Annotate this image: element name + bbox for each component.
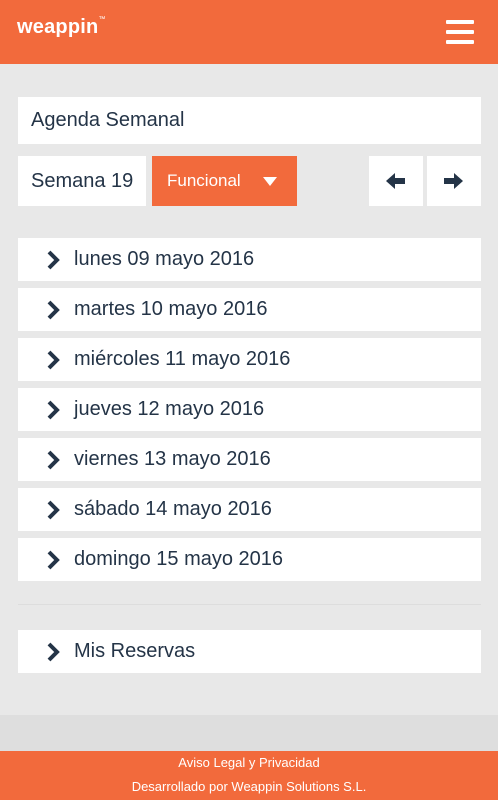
chevron-right-icon [47, 550, 60, 570]
chevron-right-icon [47, 642, 60, 662]
day-item[interactable]: lunes 09 mayo 2016 [18, 238, 481, 281]
previous-week-button[interactable] [369, 156, 423, 206]
logo-trademark: ™ [98, 16, 106, 23]
logo-text: weappin [17, 16, 99, 38]
day-label: martes 10 mayo 2016 [74, 298, 268, 320]
day-label: miércoles 11 mayo 2016 [74, 348, 291, 370]
my-reservations-link[interactable]: Mis Reservas [18, 630, 481, 673]
day-item[interactable]: martes 10 mayo 2016 [18, 288, 481, 331]
caret-down-icon [263, 177, 277, 186]
app-footer: Aviso Legal y Privacidad Desarrollado po… [0, 751, 498, 800]
day-item[interactable]: sábado 14 mayo 2016 [18, 488, 481, 531]
next-week-button[interactable] [427, 156, 481, 206]
day-item[interactable]: domingo 15 mayo 2016 [18, 538, 481, 581]
arrow-left-icon [386, 173, 405, 189]
page-title: Agenda Semanal [31, 109, 185, 131]
my-reservations-label: Mis Reservas [74, 640, 196, 662]
day-item[interactable]: viernes 13 mayo 2016 [18, 438, 481, 481]
chevron-right-icon [47, 350, 60, 370]
day-label: sábado 14 mayo 2016 [74, 498, 272, 520]
day-label: jueves 12 mayo 2016 [74, 398, 265, 420]
arrow-right-icon [444, 173, 463, 189]
day-label: lunes 09 mayo 2016 [74, 248, 255, 270]
day-label: viernes 13 mayo 2016 [74, 448, 271, 470]
dropdown-selected-value: Funcional [167, 171, 241, 190]
app-logo[interactable]: weappin™ [17, 16, 106, 39]
chevron-right-icon [47, 400, 60, 420]
chevron-right-icon [47, 300, 60, 320]
activity-type-dropdown[interactable]: Funcional [152, 156, 297, 206]
week-indicator: Semana 19 [18, 156, 146, 206]
day-item[interactable]: jueves 12 mayo 2016 [18, 388, 481, 431]
page-title-box: Agenda Semanal [18, 97, 481, 144]
chevron-right-icon [47, 500, 60, 520]
hamburger-menu-icon[interactable] [446, 20, 474, 44]
legal-privacy-link[interactable]: Aviso Legal y Privacidad [0, 755, 498, 770]
chevron-right-icon [47, 250, 60, 270]
bottom-spacer [0, 715, 498, 751]
section-divider [18, 604, 481, 605]
day-label: domingo 15 mayo 2016 [74, 548, 284, 570]
week-label: Semana 19 [31, 170, 134, 192]
chevron-right-icon [47, 450, 60, 470]
app-header: weappin™ [0, 0, 498, 64]
developer-credits: Desarrollado por Weappin Solutions S.L. [131, 779, 367, 794]
day-item[interactable]: miércoles 11 mayo 2016 [18, 338, 481, 381]
